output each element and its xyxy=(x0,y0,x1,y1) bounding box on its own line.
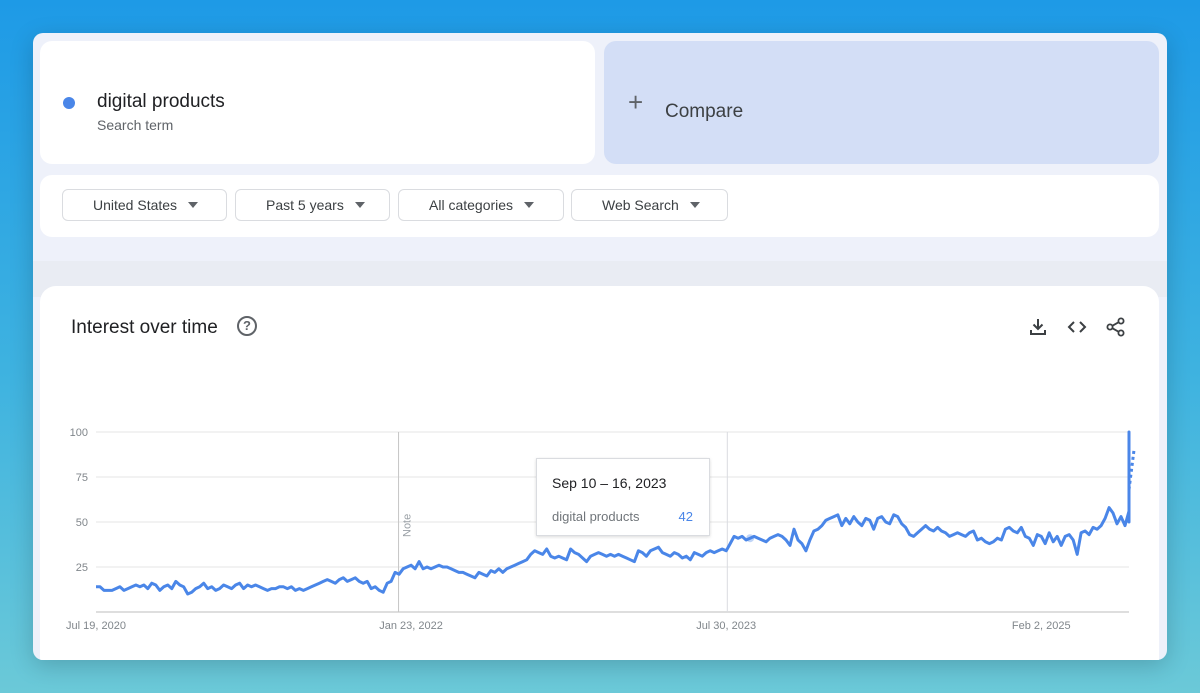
y-tick-label: 100 xyxy=(70,427,88,439)
trends-window: digital products Search term + Compare U… xyxy=(33,33,1167,660)
chevron-down-icon xyxy=(524,202,535,208)
chart-tooltip: Sep 10 – 16, 2023 digital products 42 xyxy=(536,458,710,536)
region-dropdown[interactable]: United States xyxy=(62,189,227,221)
search-term-name[interactable]: digital products xyxy=(97,91,225,113)
x-tick-label: Feb 2, 2025 xyxy=(1012,620,1071,632)
filter-bar: United States Past 5 years All categorie… xyxy=(40,175,1159,237)
hover-point xyxy=(746,534,755,543)
search-term-card[interactable]: digital products Search term xyxy=(40,41,595,164)
share-icon[interactable] xyxy=(1105,316,1127,338)
time-range-dropdown-label: Past 5 years xyxy=(266,197,344,213)
plus-icon: + xyxy=(628,87,644,117)
y-tick-label: 75 xyxy=(76,472,88,484)
help-icon[interactable]: ? xyxy=(237,316,257,336)
search-term-subtitle: Search term xyxy=(97,117,174,133)
time-range-dropdown[interactable]: Past 5 years xyxy=(235,189,390,221)
chevron-down-icon xyxy=(188,202,199,208)
x-tick-label: Jul 30, 2023 xyxy=(696,620,756,632)
chart-title: Interest over time xyxy=(71,317,218,338)
chevron-down-icon xyxy=(689,202,700,208)
embed-icon[interactable] xyxy=(1066,316,1088,338)
interest-over-time-card: 25 50 75 100 Jul 19, 2020 Jan 23, 2022 Jul 30,… xyxy=(40,286,1159,660)
compare-label: Compare xyxy=(665,101,744,122)
compare-button[interactable]: + Compare xyxy=(604,41,1159,164)
x-tick-label: Jan 23, 2022 xyxy=(379,620,443,632)
download-icon[interactable] xyxy=(1027,316,1049,338)
note-label: Note xyxy=(402,514,414,537)
series-color-dot xyxy=(63,97,75,109)
tooltip-date: Sep 10 – 16, 2023 xyxy=(552,475,667,491)
region-dropdown-label: United States xyxy=(93,197,178,213)
y-tick-label: 50 xyxy=(76,517,88,529)
search-property-dropdown[interactable]: Web Search xyxy=(571,189,728,221)
category-dropdown-label: All categories xyxy=(429,197,514,213)
tooltip-term: digital products xyxy=(552,509,640,524)
tooltip-value: 42 xyxy=(678,509,693,524)
y-tick-label: 25 xyxy=(76,562,88,574)
chevron-down-icon xyxy=(354,202,365,208)
x-tick-label: Jul 19, 2020 xyxy=(66,620,126,632)
search-property-dropdown-label: Web Search xyxy=(602,197,679,213)
category-dropdown[interactable]: All categories xyxy=(398,189,564,221)
